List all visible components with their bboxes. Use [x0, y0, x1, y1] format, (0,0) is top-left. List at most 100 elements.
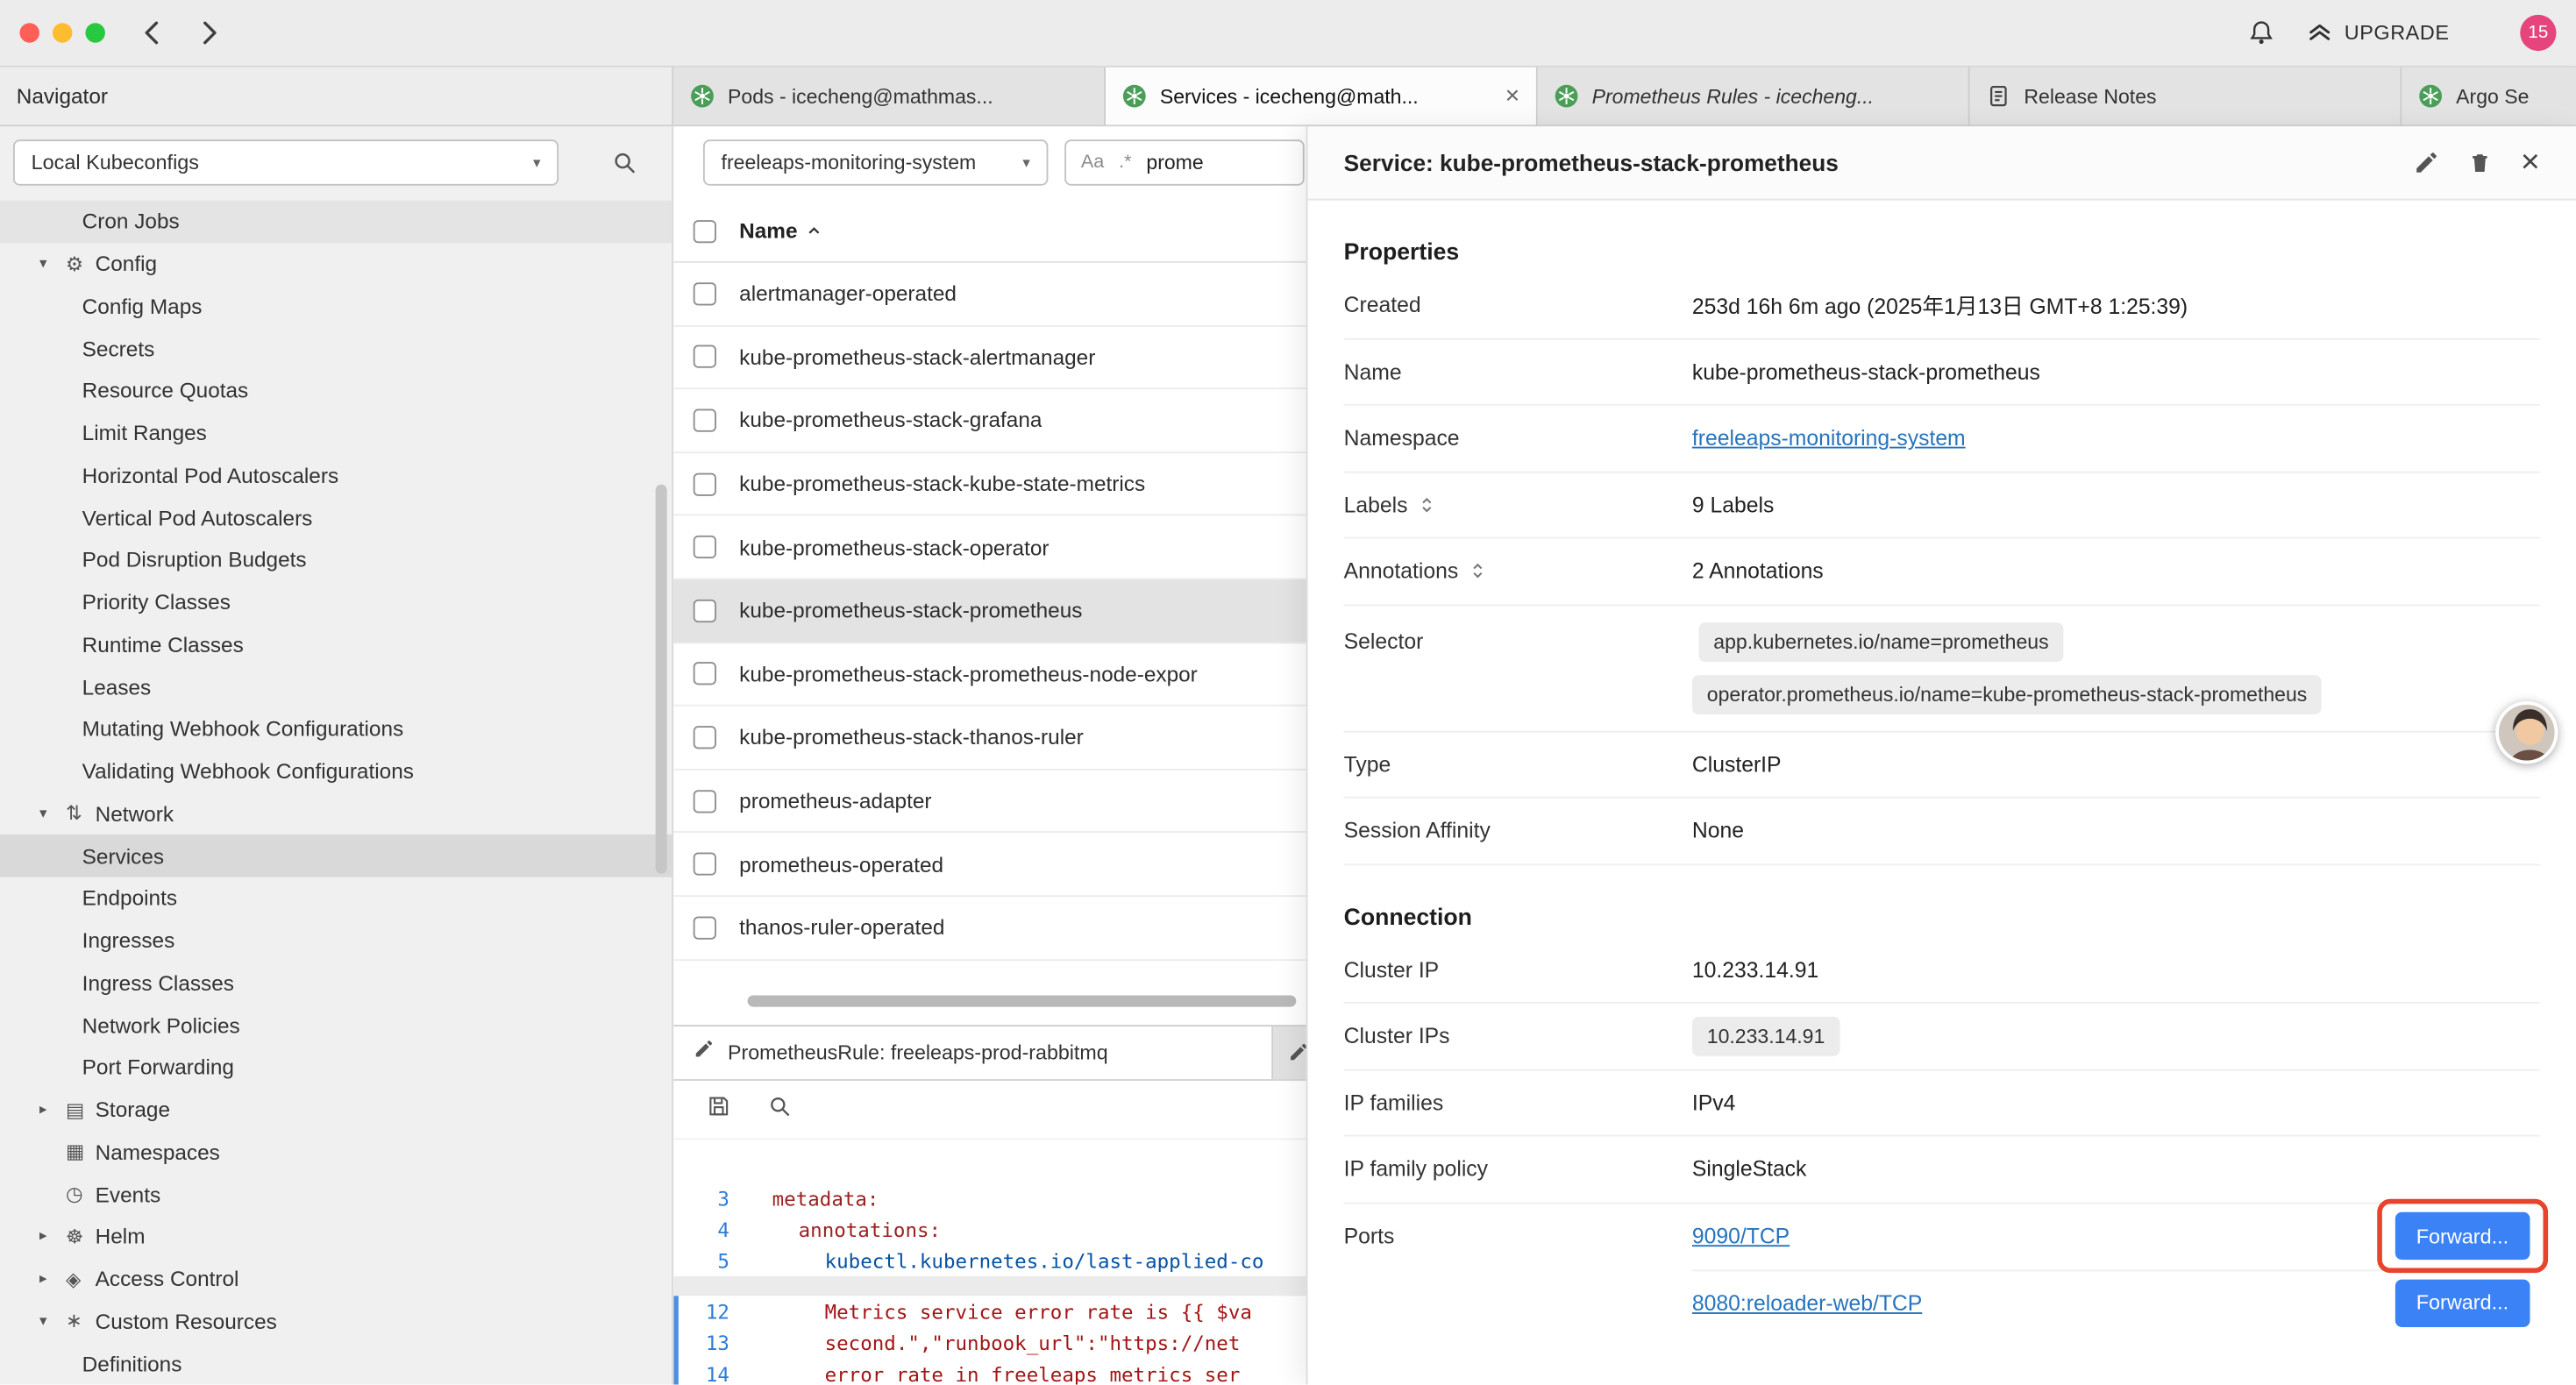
- editor-search-icon[interactable]: [767, 1093, 792, 1126]
- sidebar-item[interactable]: Endpoints: [0, 877, 672, 920]
- sidebar-item[interactable]: Limit Ranges: [0, 412, 672, 454]
- table-row[interactable]: prometheus-adapter: [673, 770, 1306, 833]
- sidebar-item[interactable]: ▦ Namespaces: [0, 1131, 672, 1173]
- horizontal-scrollbar[interactable]: [748, 995, 1297, 1006]
- select-all-checkbox[interactable]: [694, 219, 716, 242]
- edit-icon[interactable]: [1288, 1041, 1306, 1071]
- sidebar-item[interactable]: Cron Jobs: [0, 201, 672, 243]
- row-checkbox[interactable]: [694, 789, 716, 812]
- row-checkbox[interactable]: [694, 409, 716, 432]
- forward-button[interactable]: Forward...: [2395, 1212, 2530, 1260]
- labels-count[interactable]: 9 Labels: [1692, 493, 2540, 517]
- row-checkbox[interactable]: [694, 282, 716, 305]
- sidebar-item[interactable]: ▾ ∗ Custom Resources: [0, 1300, 672, 1342]
- row-checkbox[interactable]: [694, 853, 716, 876]
- annotations-count[interactable]: 2 Annotations: [1692, 559, 2540, 584]
- sidebar-item[interactable]: Pod Disruption Budgets: [0, 539, 672, 581]
- sidebar-item[interactable]: ▾ ⚙ Config: [0, 243, 672, 285]
- folded-region[interactable]: [673, 1276, 1306, 1296]
- sidebar-item[interactable]: ▸ ☸ Helm: [0, 1216, 672, 1258]
- regex-toggle[interactable]: .*: [1119, 153, 1131, 172]
- row-checkbox[interactable]: [694, 726, 716, 749]
- tab-pods[interactable]: Pods - icecheng@mathmas...: [673, 67, 1106, 125]
- row-checkbox[interactable]: [694, 536, 716, 558]
- row-checkbox[interactable]: [694, 916, 716, 939]
- minimize-window-button[interactable]: [53, 23, 72, 42]
- expand-updown-icon[interactable]: [1418, 494, 1436, 515]
- table-row[interactable]: kube-prometheus-stack-kube-state-metrics: [673, 453, 1306, 516]
- row-checkbox[interactable]: [694, 472, 716, 495]
- table-row[interactable]: alertmanager-operated: [673, 263, 1306, 326]
- sidebar-item[interactable]: Definitions: [0, 1342, 672, 1384]
- close-icon[interactable]: ×: [2521, 146, 2540, 179]
- forward-button[interactable]: Forward...: [2395, 1279, 2530, 1326]
- table-row[interactable]: thanos-ruler-operated: [673, 897, 1306, 960]
- yaml-editor[interactable]: 3 metadata: 4 annotations: 5 kubectl.kub…: [673, 1140, 1306, 1384]
- edit-icon[interactable]: [2414, 150, 2440, 176]
- sidebar-item[interactable]: Ingresses: [0, 920, 672, 962]
- upgrade-button[interactable]: UPGRADE: [2307, 15, 2450, 51]
- expand-chevron-icon[interactable]: ▸: [39, 1227, 66, 1246]
- namespace-select[interactable]: freeleaps-monitoring-system ▾: [703, 139, 1048, 185]
- port-link[interactable]: 9090/TCP: [1692, 1224, 1790, 1248]
- table-row[interactable]: kube-prometheus-stack-prometheus: [673, 579, 1306, 643]
- expand-chevron-icon[interactable]: ▸: [39, 1101, 66, 1119]
- back-arrow-icon[interactable]: [138, 18, 167, 48]
- row-checkbox[interactable]: [694, 599, 716, 621]
- sidebar-item[interactable]: Validating Webhook Configurations: [0, 750, 672, 792]
- dock-tab-prometheusrule[interactable]: PrometheusRule: freeleaps-prod-rabbitmq: [673, 1026, 1273, 1079]
- expand-updown-icon[interactable]: [1468, 560, 1486, 581]
- tab-argo[interactable]: Argo Se: [2402, 67, 2576, 125]
- row-checkbox[interactable]: [694, 663, 716, 685]
- resource-search-input[interactable]: Aa .* prome: [1064, 139, 1305, 185]
- save-icon[interactable]: [707, 1093, 731, 1126]
- sidebar-item[interactable]: Priority Classes: [0, 581, 672, 623]
- expand-chevron-icon[interactable]: ▾: [39, 255, 66, 273]
- table-row[interactable]: kube-prometheus-stack-operator: [673, 516, 1306, 579]
- forward-arrow-icon[interactable]: [194, 18, 224, 48]
- table-row[interactable]: kube-prometheus-stack-thanos-ruler: [673, 707, 1306, 770]
- close-window-button[interactable]: [19, 23, 39, 42]
- table-row[interactable]: kube-prometheus-stack-grafana: [673, 389, 1306, 452]
- sidebar-item[interactable]: Port Forwarding: [0, 1047, 672, 1089]
- expand-chevron-icon[interactable]: ▾: [39, 805, 66, 823]
- port-link[interactable]: 8080:reloader-web/TCP: [1692, 1290, 1922, 1315]
- assistant-avatar[interactable]: [2495, 701, 2558, 764]
- name-column-header[interactable]: Name: [739, 218, 823, 243]
- sidebar-item[interactable]: Runtime Classes: [0, 623, 672, 665]
- sidebar-item[interactable]: Mutating Webhook Configurations: [0, 708, 672, 750]
- sidebar-item[interactable]: Leases: [0, 665, 672, 707]
- sidebar-item[interactable]: ▾ ⇅ Network: [0, 792, 672, 835]
- upgrade-label: UPGRADE: [2345, 21, 2450, 44]
- sidebar-item[interactable]: Secrets: [0, 327, 672, 369]
- table-row[interactable]: prometheus-operated: [673, 834, 1306, 897]
- sidebar-item[interactable]: Services: [0, 835, 672, 877]
- tab-release-notes[interactable]: Release Notes: [1970, 67, 2402, 125]
- notifications-bell-icon[interactable]: [2247, 18, 2275, 56]
- sidebar-item[interactable]: ◷ Events: [0, 1173, 672, 1215]
- table-row[interactable]: kube-prometheus-stack-alertmanager: [673, 326, 1306, 389]
- expand-chevron-icon[interactable]: ▾: [39, 1312, 66, 1331]
- close-tab-icon[interactable]: ×: [1505, 84, 1519, 109]
- sidebar-item[interactable]: Config Maps: [0, 285, 672, 327]
- sidebar-item[interactable]: Resource Quotas: [0, 370, 672, 412]
- delete-icon[interactable]: [2468, 150, 2493, 176]
- table-row[interactable]: kube-prometheus-stack-prometheus-node-ex…: [673, 643, 1306, 707]
- sidebar-item[interactable]: Vertical Pod Autoscalers: [0, 496, 672, 538]
- match-case-toggle[interactable]: Aa: [1081, 153, 1104, 172]
- sidebar-item[interactable]: Horizontal Pod Autoscalers: [0, 454, 672, 496]
- notification-count-badge[interactable]: 15: [2520, 15, 2556, 51]
- row-checkbox[interactable]: [694, 345, 716, 368]
- namespace-link[interactable]: freeleaps-monitoring-system: [1692, 426, 1966, 451]
- sidebar-item[interactable]: ▸ ▤ Storage: [0, 1089, 672, 1131]
- sidebar-search-icon[interactable]: [611, 150, 637, 184]
- sidebar-item[interactable]: Network Policies: [0, 1004, 672, 1046]
- expand-chevron-icon[interactable]: ▸: [39, 1270, 66, 1289]
- kubeconfig-select[interactable]: Local Kubeconfigs ▾: [13, 139, 559, 185]
- sidebar-scrollbar[interactable]: [656, 485, 667, 874]
- tab-prometheus-rules[interactable]: Prometheus Rules - icecheng...: [1538, 67, 1970, 125]
- tab-services[interactable]: Services - icecheng@math... ×: [1106, 67, 1538, 125]
- sidebar-item[interactable]: ▸ ◈ Access Control: [0, 1258, 672, 1300]
- zoom-window-button[interactable]: [85, 23, 104, 42]
- sidebar-item[interactable]: Ingress Classes: [0, 962, 672, 1004]
